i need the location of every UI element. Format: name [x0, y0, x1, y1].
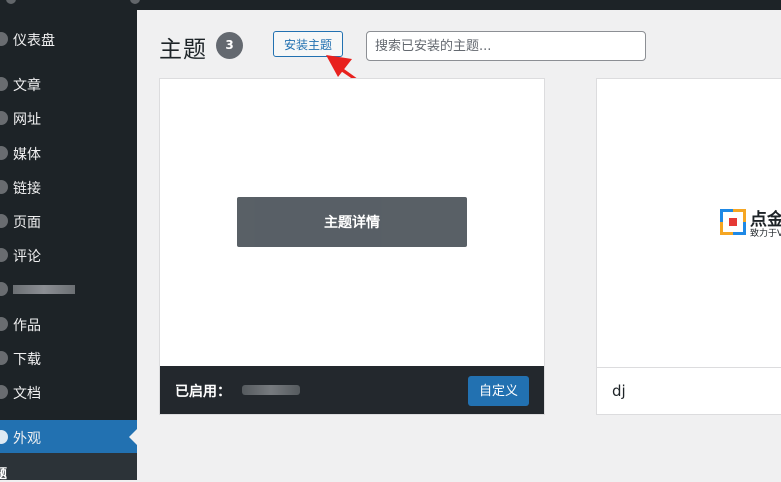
comment-icon — [0, 248, 8, 262]
search-themes-input[interactable] — [366, 31, 646, 61]
link-icon — [0, 180, 8, 194]
pin-icon — [0, 77, 8, 91]
sidebar-item-label: 网址 — [13, 112, 41, 128]
theme-card-footer: dj — [597, 368, 781, 414]
install-theme-button[interactable]: 安装主题 — [273, 31, 343, 57]
theme-name: dj — [612, 382, 626, 400]
sidebar-item-appearance[interactable]: 外观 — [0, 420, 137, 454]
theme-logo-icon — [720, 209, 746, 235]
theme-details-button[interactable]: 主题详情 — [237, 197, 467, 247]
active-indicator — [129, 429, 137, 445]
sidebar-item-links[interactable]: 链接 — [0, 170, 137, 204]
sidebar-item-label: 仪表盘 — [13, 33, 55, 49]
theme-card-footer: 已启用： 自定义 — [160, 366, 544, 414]
pin-icon — [0, 385, 8, 399]
page-icon — [0, 214, 8, 228]
media-icon — [0, 146, 8, 160]
theme-card-active[interactable]: 主题详情 已启用： 自定义 — [159, 78, 545, 415]
sidebar-item-label: 文章 — [13, 78, 41, 94]
sidebar-item-sites[interactable]: 网址 — [0, 101, 137, 135]
pin-icon — [0, 317, 8, 331]
sidebar-item-label: 下载 — [13, 352, 41, 368]
sidebar-item-dashboard[interactable]: 仪表盘 — [0, 22, 137, 56]
redacted-theme-name — [242, 385, 300, 395]
sidebar-item-label: 评论 — [13, 249, 41, 265]
sidebar-item-downloads[interactable]: 下载 — [0, 341, 137, 375]
menu-icon — [0, 282, 8, 296]
sidebar-item-label — [13, 285, 75, 294]
sidebar-item-label: 作品 — [13, 318, 41, 334]
theme-card[interactable]: 点金 致力于V dj — [596, 78, 781, 415]
submenu-item-themes[interactable]: 题 — [0, 463, 7, 482]
submenu-themes[interactable]: 题 — [0, 453, 137, 482]
appearance-icon — [0, 430, 8, 444]
dashboard-icon — [0, 32, 8, 46]
sidebar-item-media[interactable]: 媒体 — [0, 136, 137, 170]
theme-logo-subtitle: 致力于V — [750, 229, 781, 239]
sidebar-item-label: 文档 — [13, 386, 41, 402]
customize-button[interactable]: 自定义 — [468, 376, 529, 406]
sidebar-item-label: 页面 — [13, 215, 41, 231]
sidebar-item-works[interactable]: 作品 — [0, 307, 137, 341]
admin-sidebar: 仪表盘 文章 网址 媒体 链接 页面 评论 作品 下载 文档 外观 题 — [0, 10, 137, 482]
sidebar-item-comments[interactable]: 评论 — [0, 238, 137, 272]
pin-icon — [0, 111, 8, 125]
theme-count-badge: 3 — [216, 32, 243, 59]
comments-icon[interactable] — [130, 0, 140, 4]
page-title: 主题 — [159, 37, 207, 63]
sidebar-item-label: 外观 — [13, 431, 41, 447]
sidebar-item-posts[interactable]: 文章 — [0, 67, 137, 101]
active-theme-label: 已启用： — [175, 384, 231, 400]
download-icon — [0, 351, 8, 365]
wordpress-icon[interactable] — [6, 0, 16, 4]
sidebar-item-pages[interactable]: 页面 — [0, 204, 137, 238]
sidebar-item-redacted[interactable] — [0, 272, 137, 306]
sidebar-item-label: 链接 — [13, 181, 41, 197]
sidebar-item-label: 媒体 — [13, 147, 41, 163]
admin-bar — [0, 0, 781, 10]
sidebar-item-docs[interactable]: 文档 — [0, 375, 137, 409]
